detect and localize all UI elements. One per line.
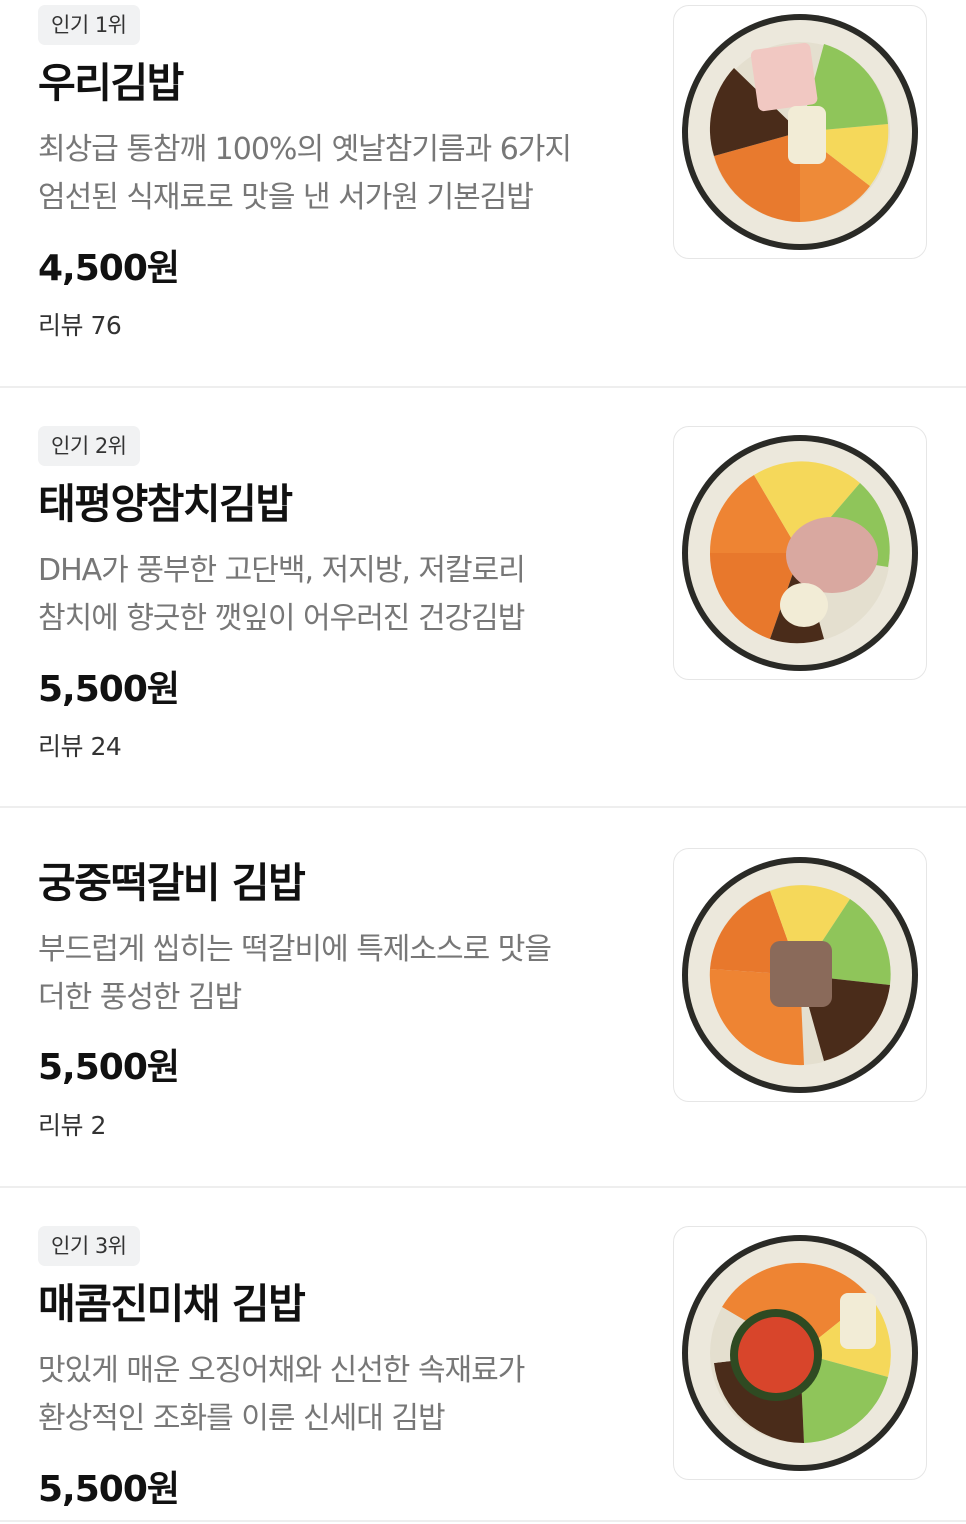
menu-item-price: 5,500원 — [38, 669, 180, 710]
menu-item-woori-gimbap[interactable]: 인기 1위 우리김밥 최상급 통참깨 100%의 옛날참기름과 6가지 엄선된 … — [0, 0, 966, 386]
menu-item-description: 맛있게 매운 오징어채와 신선한 속재료가 환상적인 조화를 이룬 신세대 김밥 — [38, 1347, 648, 1443]
menu-item-description: DHA가 풍부한 고단백, 저지방, 저칼로리 참치에 향긋한 깻잎이 어우러진… — [38, 547, 648, 643]
popularity-badge: 인기 2위 — [38, 426, 140, 466]
menu-item-price: 5,500원 — [38, 1047, 180, 1088]
gimbap-jinmichae-photo[interactable] — [673, 1226, 927, 1480]
menu-item-name: 태평양참치김밥 — [38, 480, 293, 528]
gimbap-tteokgalbi-photo[interactable] — [673, 848, 927, 1102]
review-count: 리뷰 2 — [38, 1111, 106, 1140]
menu-item-description: 최상급 통참깨 100%의 옛날참기름과 6가지 엄선된 식재료로 맛을 낸 서… — [38, 126, 648, 222]
menu-item-jinmichae-gimbap[interactable]: 인기 3위 매콤진미채 김밥 맛있게 매운 오징어채와 신선한 속재료가 환상적… — [0, 1188, 966, 1524]
description-line: 환상적인 조화를 이룬 신세대 김밥 — [38, 1401, 446, 1436]
menu-item-name: 궁중떡갈비 김밥 — [38, 859, 306, 907]
description-line: 부드럽게 씹히는 떡갈비에 특제소스로 맛을 — [38, 932, 552, 967]
menu-item-name: 매콤진미채 김밥 — [38, 1280, 306, 1328]
description-line: DHA가 풍부한 고단백, 저지방, 저칼로리 — [38, 553, 526, 588]
menu-item-price: 4,500원 — [38, 248, 180, 289]
divider — [0, 1520, 966, 1522]
description-line: 더한 풍성한 김밥 — [38, 980, 242, 1015]
popularity-badge: 인기 3위 — [38, 1226, 140, 1266]
gimbap-woori-photo[interactable] — [673, 5, 927, 259]
menu-item-price: 5,500원 — [38, 1469, 180, 1510]
description-line: 엄선된 식재료로 맛을 낸 서가원 기본김밥 — [38, 180, 534, 215]
description-line: 참치에 향긋한 깻잎이 어우러진 건강김밥 — [38, 601, 525, 636]
review-count: 리뷰 76 — [38, 311, 122, 340]
gimbap-tuna-photo[interactable] — [673, 426, 927, 680]
menu-item-name: 우리김밥 — [38, 59, 184, 107]
description-line: 최상급 통참깨 100%의 옛날참기름과 6가지 — [38, 132, 572, 167]
menu-item-tuna-gimbap[interactable]: 인기 2위 태평양참치김밥 DHA가 풍부한 고단백, 저지방, 저칼로리 참치… — [0, 388, 966, 806]
menu-item-description: 부드럽게 씹히는 떡갈비에 특제소스로 맛을 더한 풍성한 김밥 — [38, 926, 648, 1022]
description-line: 맛있게 매운 오징어채와 신선한 속재료가 — [38, 1353, 525, 1388]
popularity-badge: 인기 1위 — [38, 5, 140, 45]
menu-item-tteokgalbi-gimbap[interactable]: 궁중떡갈비 김밥 부드럽게 씹히는 떡갈비에 특제소스로 맛을 더한 풍성한 김… — [0, 808, 966, 1186]
review-count: 리뷰 24 — [38, 732, 122, 761]
